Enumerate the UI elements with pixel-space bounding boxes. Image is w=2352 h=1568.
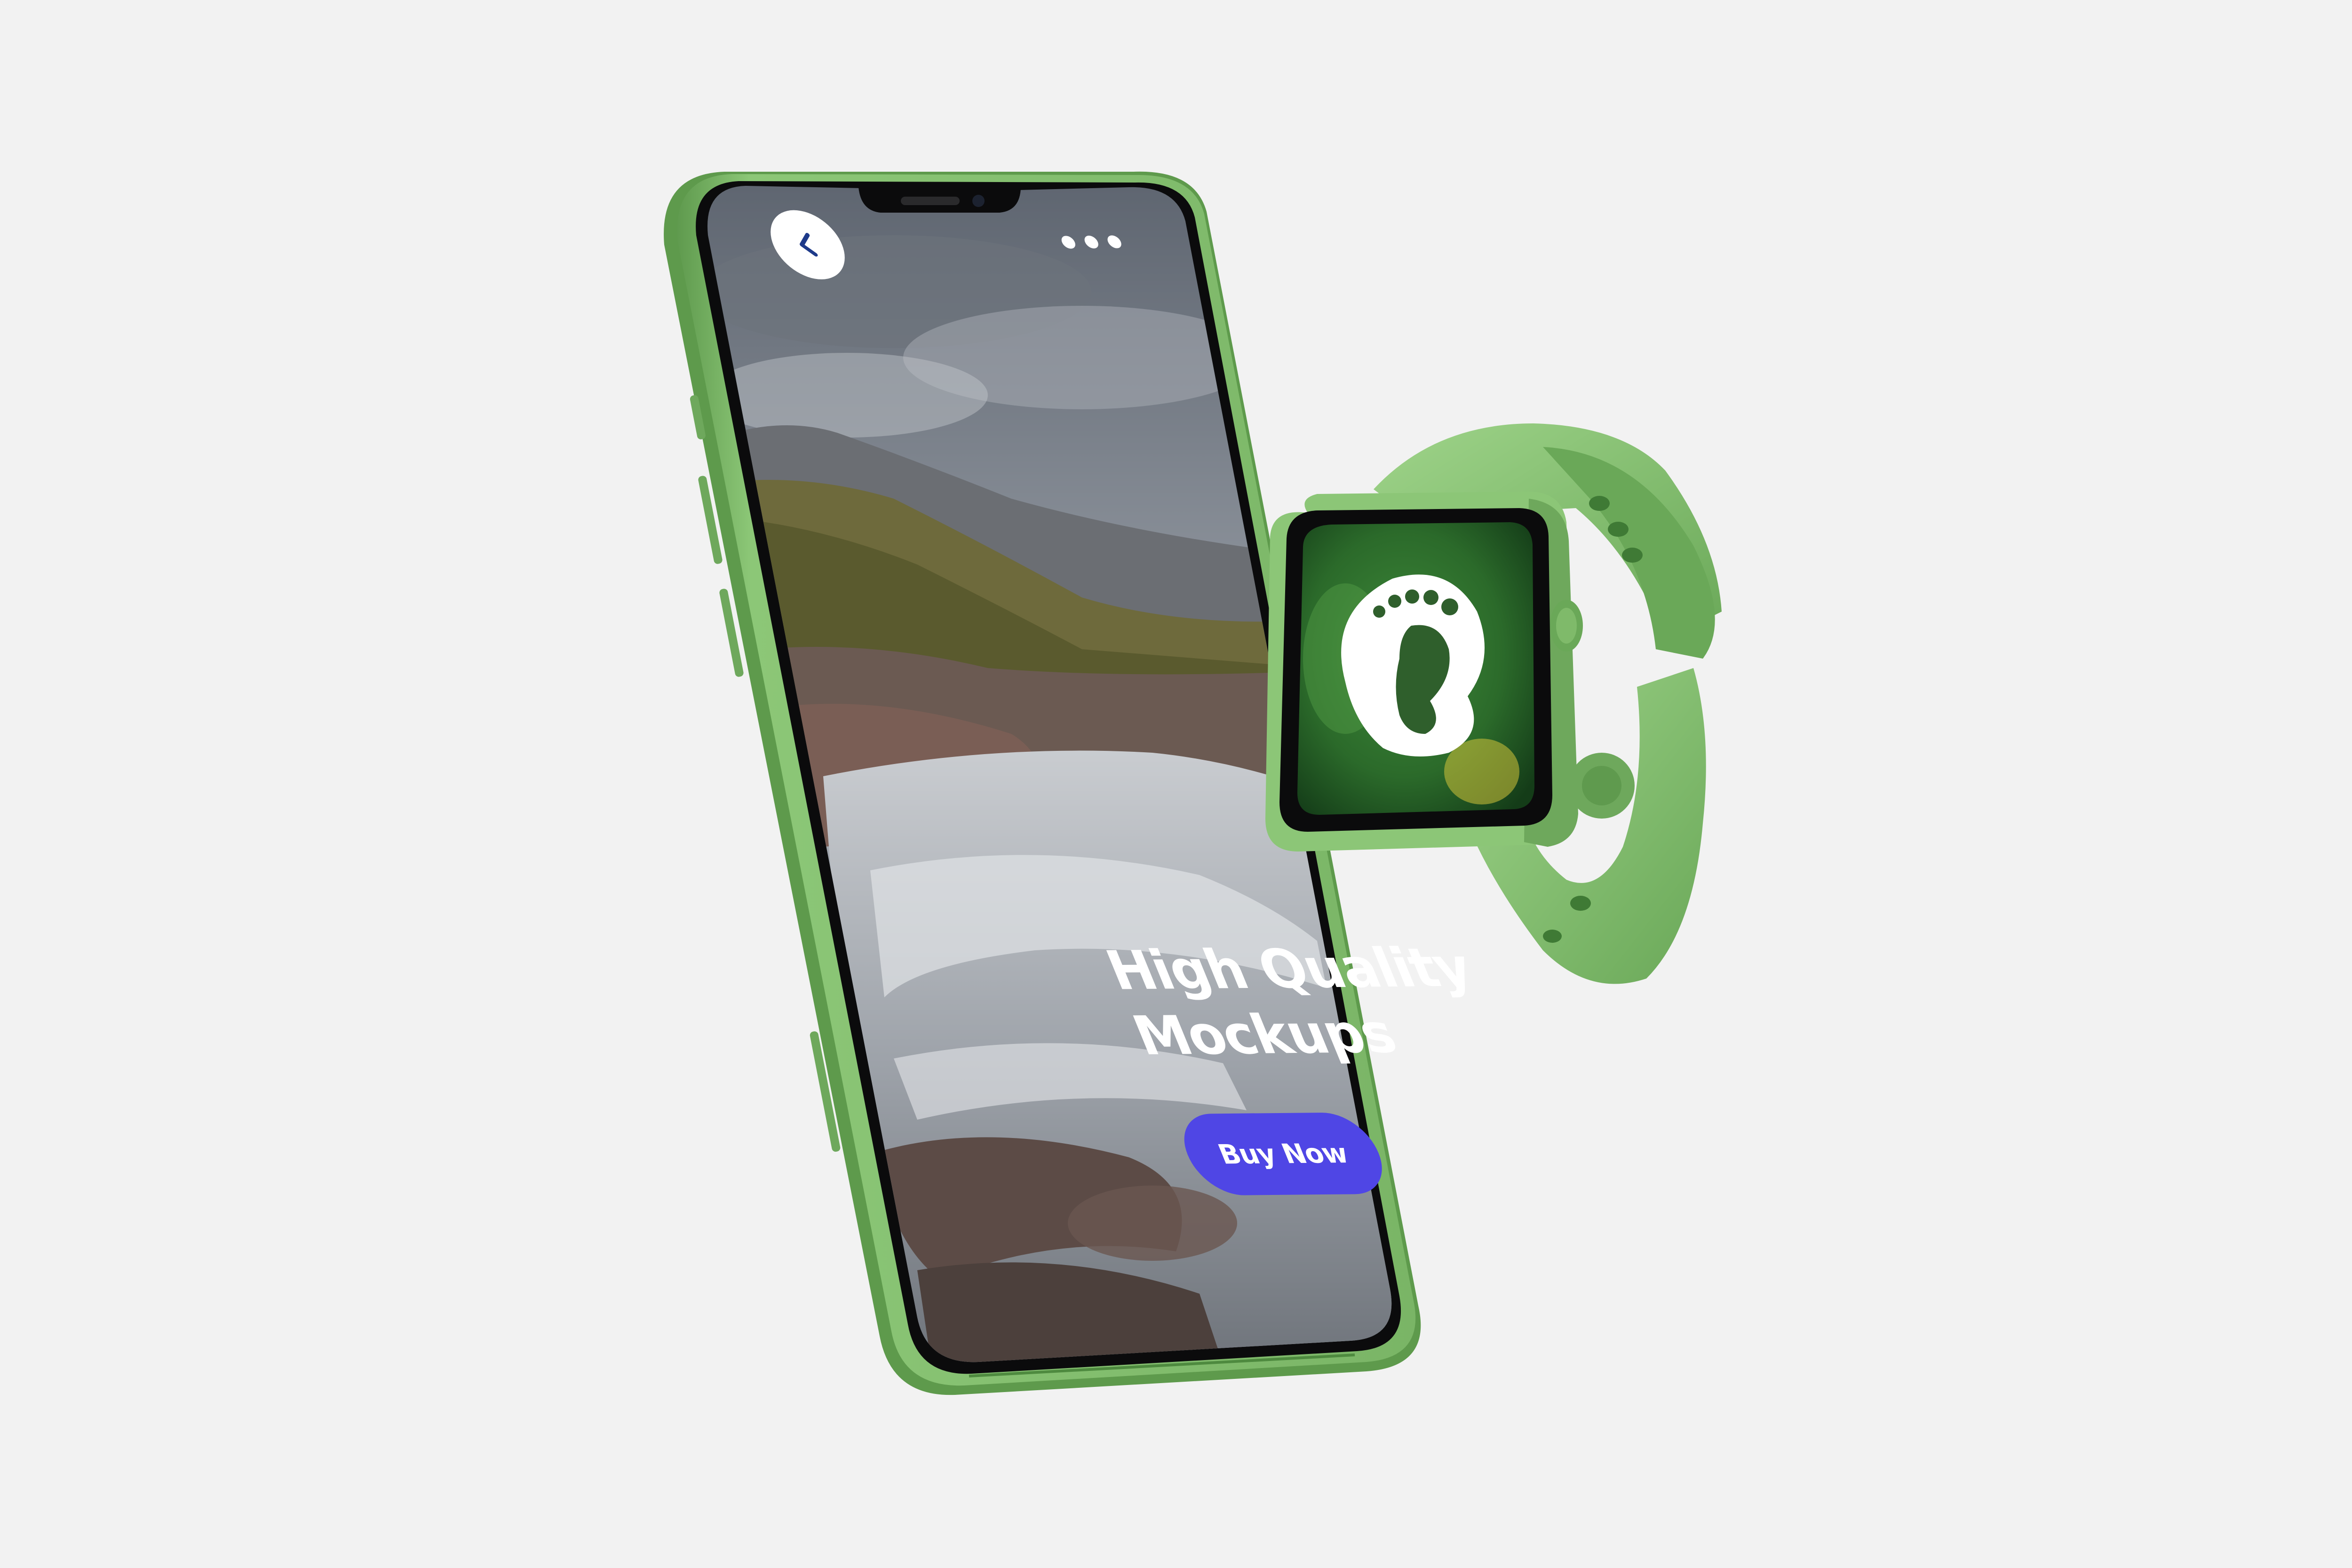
headline-line-2: Mockups [1124,1003,1405,1067]
chevron-left-icon [800,233,818,257]
more-dot [1059,236,1078,249]
buy-now-button[interactable]: Buy Now [1171,1112,1395,1196]
hero-headline: High Quality Mockups [1097,935,1551,1069]
mockup-stage: High Quality Mockups Buy Now [0,0,2352,1568]
more-dot [1082,235,1101,249]
more-horizontal-icon[interactable] [1058,232,1125,252]
more-dot [1105,235,1124,248]
headline-line-1: High Quality [1097,937,1481,1002]
back-button[interactable] [759,210,856,280]
